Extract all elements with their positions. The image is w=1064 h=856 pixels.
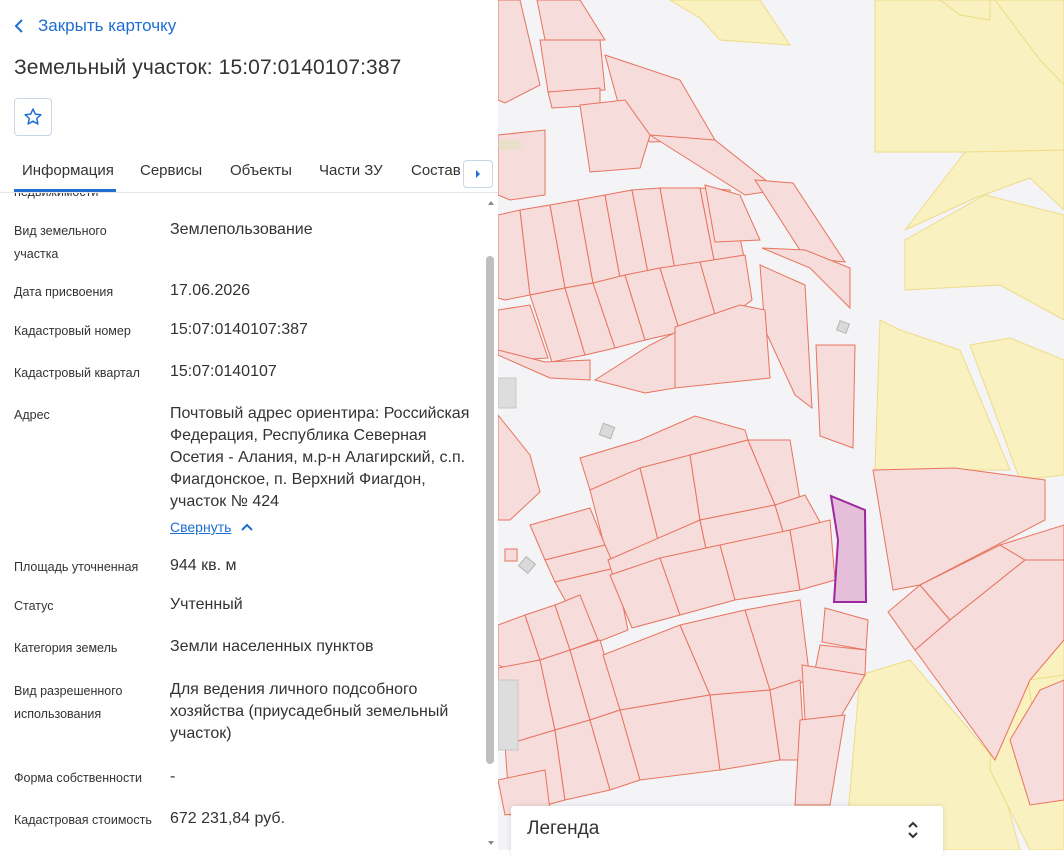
label-cadastral-number: Кадастровый номер [14,324,131,338]
chevron-left-icon [14,19,23,33]
collapse-label: Свернуть [170,519,232,535]
map-canvas[interactable] [498,0,1064,850]
label-land-type: Вид земельного участка [14,224,107,261]
tab-services[interactable]: Сервисы [140,162,202,179]
value-cadastral-number: 15:07:0140107:387 [170,321,308,338]
value-address: Почтовый адрес ориентира: Российская Фед… [170,405,470,510]
value-area: 944 кв. м [170,557,237,574]
value-assignment-date: 17.06.2026 [170,282,251,299]
tab-bar: Информация Сервисы Объекты Части ЗУ Сост… [0,150,498,193]
label-permitted-use: Вид разрешенного использования [14,684,123,721]
info-content: недвижимости Вид земельного участка Земл… [0,193,484,850]
value-ownership-form: - [170,768,176,785]
value-land-type: Землепользование [170,221,313,238]
tab-parts[interactable]: Части ЗУ [319,162,383,179]
close-card-link[interactable]: Закрыть карточку [14,14,176,38]
tab-information[interactable]: Информация [22,162,114,179]
value-cadastral-value: 672 231,84 руб. [170,810,286,827]
scroll-up-arrow-icon[interactable] [484,196,498,210]
favorite-button[interactable] [14,98,52,136]
info-panel: Закрыть карточку Земельный участок: 15:0… [0,0,498,850]
legend-title: Легенда [527,818,600,839]
label-land-category: Категория земель [14,641,118,655]
legend-panel[interactable]: Легенда [511,806,943,856]
tab-composition[interactable]: Состав [411,162,461,179]
label-status: Статус [14,599,54,613]
clipped-label: недвижимости [14,193,154,204]
value-status: Учтенный [170,596,243,613]
map-view[interactable] [498,0,1064,850]
tab-objects[interactable]: Объекты [230,162,292,179]
scroll-down-arrow-icon[interactable] [484,836,498,850]
value-permitted-use: Для ведения личного подсобного хозяйства… [170,681,449,742]
active-tab-indicator [14,189,116,192]
expand-collapse-icon[interactable] [906,818,920,842]
collapse-link[interactable]: Свернуть [170,519,254,535]
star-icon [24,108,42,125]
close-card-label: Закрыть карточку [38,16,177,35]
chevron-right-icon [476,170,480,178]
label-cadastral-value: Кадастровая стоимость [14,813,152,827]
selected-parcel[interactable] [829,494,868,603]
tabs-scroll-right-button[interactable] [463,160,493,188]
label-area: Площадь уточненная [14,560,139,574]
scrollbar-thumb[interactable] [486,256,494,764]
label-assignment-date: Дата присвоения [14,285,114,299]
chevron-up-icon [241,523,254,531]
page-title: Земельный участок: 15:07:0140107:387 [14,56,402,79]
value-land-category: Земли населенных пунктов [170,638,374,655]
label-ownership-form: Форма собственности [14,771,142,785]
label-cadastral-quarter: Кадастровый квартал [14,366,140,380]
label-address: Адрес [14,408,50,422]
value-cadastral-quarter: 15:07:0140107 [170,363,277,380]
